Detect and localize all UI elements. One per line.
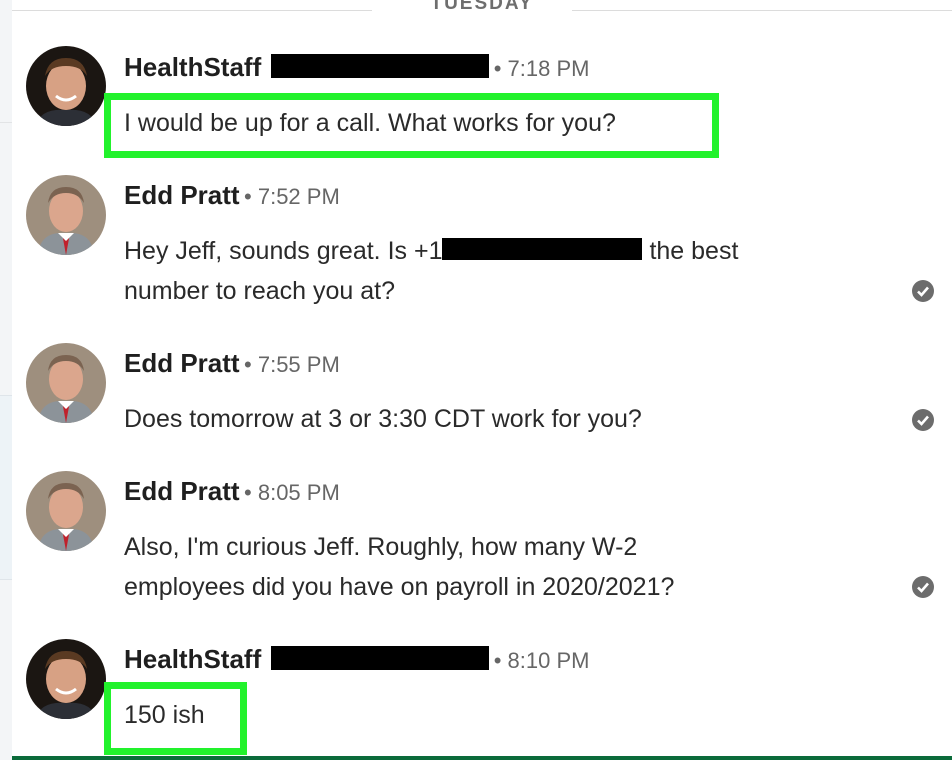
redaction-bar [271,646,490,670]
avatar-edd-pratt[interactable] [26,471,106,551]
day-separator-label: TUESDAY [412,0,552,14]
message-item: Edd Pratt • 7:52 PM Hey Jeff, sounds gre… [12,175,952,325]
message-text: Does tomorrow at 3 or 3:30 CDT work for … [124,405,642,433]
highlight-box [104,682,247,755]
message-text-part: number to reach you at? [124,277,395,305]
highlight-box [104,93,719,158]
message-time: • 7:55 PM [244,352,340,377]
message-time: • 8:05 PM [244,480,340,505]
message-text-part: Also, I'm curious Jeff. Roughly, how man… [124,533,638,561]
avatar-healthstaff[interactable] [26,639,106,719]
redaction-bar [271,54,490,78]
check-circle-icon [912,409,934,431]
sender-name[interactable]: Edd Pratt [124,180,240,210]
message-time: • 8:10 PM [493,648,590,673]
message-text-part: employees did you have on payroll in 202… [124,573,675,601]
message-item: Edd Pratt • 7:55 PM Does tomorrow at 3 o… [12,343,952,453]
message-text: Hey Jeff, sounds great. Is +1 the best n… [124,231,738,311]
sender-name[interactable]: HealthStaff [124,644,261,674]
message-text-part: the best [649,237,739,265]
sender-name[interactable]: HealthStaff [124,52,261,82]
sender-name[interactable]: Edd Pratt [124,348,240,378]
avatar-healthstaff[interactable] [26,46,106,126]
left-panel-selected-row [0,395,12,580]
avatar-edd-pratt[interactable] [26,175,106,255]
check-circle-icon [912,576,934,598]
check-circle-icon [912,280,934,302]
message-item: Edd Pratt • 8:05 PM Also, I'm curious Je… [12,471,952,621]
message-text-part: Hey Jeff, sounds great. Is +1 [124,237,443,265]
compose-area-border [12,756,952,760]
left-panel-edge [0,0,12,760]
message-time: • 7:52 PM [244,184,340,209]
sender-name[interactable]: Edd Pratt [124,476,240,506]
message-time: • 7:18 PM [493,56,590,81]
redaction-bar [442,238,643,260]
left-panel-divider [0,122,12,123]
avatar-edd-pratt[interactable] [26,343,106,423]
message-text: Also, I'm curious Jeff. Roughly, how man… [124,527,674,607]
day-separator: TUESDAY [12,0,952,24]
